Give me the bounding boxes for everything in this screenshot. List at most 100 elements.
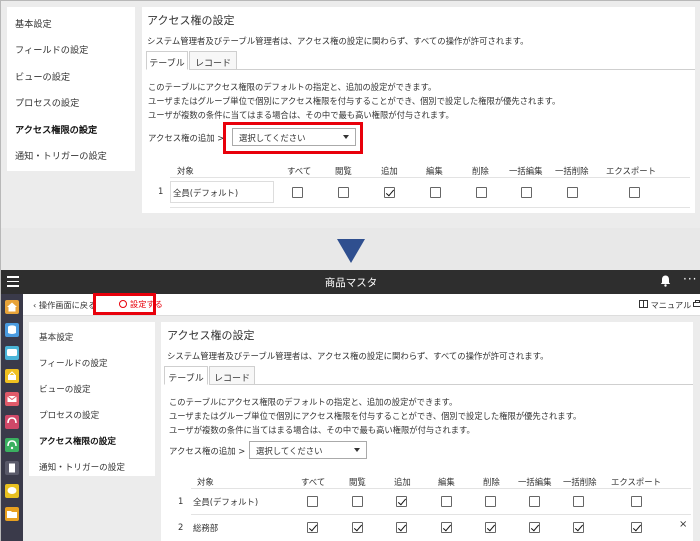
col-export: エクスポート xyxy=(611,477,661,487)
panel-description: システム管理者及びテーブル管理者は、アクセス権の設定に関わらず、すべての操作が許… xyxy=(147,36,529,46)
menu-item-views[interactable]: ビューの設定 xyxy=(15,69,70,83)
more-icon[interactable]: ··· xyxy=(683,272,697,286)
checkbox-all[interactable] xyxy=(307,522,318,533)
checkbox-export[interactable] xyxy=(629,187,640,198)
document-icon[interactable] xyxy=(5,461,19,475)
checkbox-view[interactable] xyxy=(352,496,363,507)
action-toolbar: ‹ 操作画面に戻る 設定する マニュアル 印刷 xyxy=(23,293,700,316)
app-header: 商品マスタ ··· xyxy=(1,270,700,294)
checkbox-delete[interactable] xyxy=(485,496,496,507)
col-add: 追加 xyxy=(394,477,411,487)
col-bulk-delete: 一括削除 xyxy=(555,166,589,176)
col-bulk-edit: 一括編集 xyxy=(518,477,552,487)
chevron-down-icon xyxy=(354,448,360,452)
access-settings-panel: アクセス権の設定 システム管理者及びテーブル管理者は、アクセス権の設定に関わらず… xyxy=(142,7,695,213)
folder-icon[interactable] xyxy=(5,507,19,521)
tab-table[interactable]: テーブル xyxy=(164,366,208,385)
menu-item-access[interactable]: アクセス権限の設定 xyxy=(39,435,116,447)
checkbox-bulk-edit[interactable] xyxy=(529,522,540,533)
checkbox-add[interactable] xyxy=(384,187,395,198)
menu-item-access[interactable]: アクセス権限の設定 xyxy=(15,122,97,136)
tab-table[interactable]: テーブル xyxy=(146,51,188,70)
before-screenshot: 基本設定 フィールドの設定 ビューの設定 プロセスの設定 アクセス権限の設定 通… xyxy=(1,1,700,228)
col-bulk-delete: 一括削除 xyxy=(563,477,597,487)
checkbox-edit[interactable] xyxy=(441,496,452,507)
support-icon[interactable] xyxy=(5,438,19,452)
checkbox-export[interactable] xyxy=(631,496,642,507)
checkbox-export[interactable] xyxy=(631,522,642,533)
panel-title: アクセス権の設定 xyxy=(147,14,235,27)
info-line-3: ユーザが複数の条件に当てはまる場合は、その中で最も高い権限が付与されます。 xyxy=(148,110,454,120)
highlight-box xyxy=(93,293,156,315)
menu-item-process[interactable]: プロセスの設定 xyxy=(15,95,79,109)
col-bulk-edit: 一括編集 xyxy=(509,166,543,176)
down-arrow-icon xyxy=(337,239,365,263)
tab-divider xyxy=(237,69,695,70)
checkbox-bulk-edit[interactable] xyxy=(529,496,540,507)
col-all: すべて xyxy=(287,166,312,176)
chevron-left-icon: ‹ xyxy=(33,300,37,310)
col-delete: 削除 xyxy=(483,477,500,487)
select-value: 選択してください xyxy=(256,446,323,456)
checkbox-add[interactable] xyxy=(396,522,407,533)
tab-record[interactable]: レコード xyxy=(209,366,255,385)
info-line-1: このテーブルにアクセス権限のデフォルトの指定と、追加の設定ができます。 xyxy=(169,397,458,407)
headset-icon[interactable] xyxy=(5,415,19,429)
database-icon[interactable] xyxy=(5,323,19,337)
chat-icon[interactable] xyxy=(5,346,19,360)
remove-row-button[interactable]: × xyxy=(679,519,687,530)
checkbox-delete[interactable] xyxy=(476,187,487,198)
speech-bubble-icon[interactable] xyxy=(5,484,19,498)
panel-title: アクセス権の設定 xyxy=(167,329,255,342)
row-divider xyxy=(170,207,690,208)
home-icon[interactable] xyxy=(5,300,19,314)
print-button[interactable]: 印刷 xyxy=(693,299,700,311)
basket-icon[interactable] xyxy=(5,369,19,383)
checkbox-bulk-edit[interactable] xyxy=(521,187,532,198)
col-delete: 削除 xyxy=(472,166,489,176)
info-line-3: ユーザが複数の条件に当てはまる場合は、その中で最も高い権限が付与されます。 xyxy=(169,425,475,435)
menu-item-basic[interactable]: 基本設定 xyxy=(15,16,52,30)
manual-label: マニュアル xyxy=(650,300,692,310)
menu-item-notifications[interactable]: 通知・トリガーの設定 xyxy=(15,148,107,162)
back-button[interactable]: ‹ 操作画面に戻る xyxy=(33,299,96,311)
menu-item-process[interactable]: プロセスの設定 xyxy=(39,409,99,421)
col-view: 閲覧 xyxy=(335,166,352,176)
row-divider xyxy=(170,177,690,178)
manual-button[interactable]: マニュアル xyxy=(639,299,691,311)
access-select[interactable]: 選択してください xyxy=(249,441,367,459)
checkbox-view[interactable] xyxy=(338,187,349,198)
menu-item-basic[interactable]: 基本設定 xyxy=(39,331,73,343)
info-line-2: ユーザまたはグループ単位で個別にアクセス権限を付与することができ、個別で設定した… xyxy=(148,96,561,106)
settings-menu: 基本設定 フィールドの設定 ビューの設定 プロセスの設定 アクセス権限の設定 通… xyxy=(7,7,135,171)
menu-item-fields[interactable]: フィールドの設定 xyxy=(15,42,88,56)
menu-item-views[interactable]: ビューの設定 xyxy=(39,383,91,395)
bell-icon[interactable] xyxy=(660,275,671,290)
add-access-label: アクセス権の追加 > xyxy=(148,133,225,143)
col-export: エクスポート xyxy=(606,166,656,176)
checkbox-edit[interactable] xyxy=(430,187,441,198)
col-all: すべて xyxy=(301,477,326,487)
checkbox-edit[interactable] xyxy=(441,522,452,533)
checkbox-add[interactable] xyxy=(396,496,407,507)
highlight-box xyxy=(223,122,363,154)
checkbox-bulk-delete[interactable] xyxy=(567,187,578,198)
checkbox-all[interactable] xyxy=(292,187,303,198)
menu-item-notifications[interactable]: 通知・トリガーの設定 xyxy=(39,461,125,473)
app-launcher-bar xyxy=(1,294,23,541)
col-edit: 編集 xyxy=(426,166,443,176)
tab-record[interactable]: レコード xyxy=(189,51,237,70)
col-add: 追加 xyxy=(381,166,398,176)
add-access-label: アクセス権の追加 > xyxy=(169,446,246,456)
checkbox-bulk-delete[interactable] xyxy=(573,496,584,507)
row-target-name: 総務部 xyxy=(193,523,219,533)
checkbox-view[interactable] xyxy=(352,522,363,533)
checkbox-delete[interactable] xyxy=(485,522,496,533)
panel-description: システム管理者及びテーブル管理者は、アクセス権の設定に関わらず、すべての操作が許… xyxy=(167,351,549,361)
checkbox-bulk-delete[interactable] xyxy=(573,522,584,533)
info-line-1: このテーブルにアクセス権限のデフォルトの指定と、追加の設定ができます。 xyxy=(148,82,437,92)
row-number: 1 xyxy=(158,186,164,196)
checkbox-all[interactable] xyxy=(307,496,318,507)
mail-icon[interactable] xyxy=(5,392,19,406)
menu-item-fields[interactable]: フィールドの設定 xyxy=(39,357,108,369)
